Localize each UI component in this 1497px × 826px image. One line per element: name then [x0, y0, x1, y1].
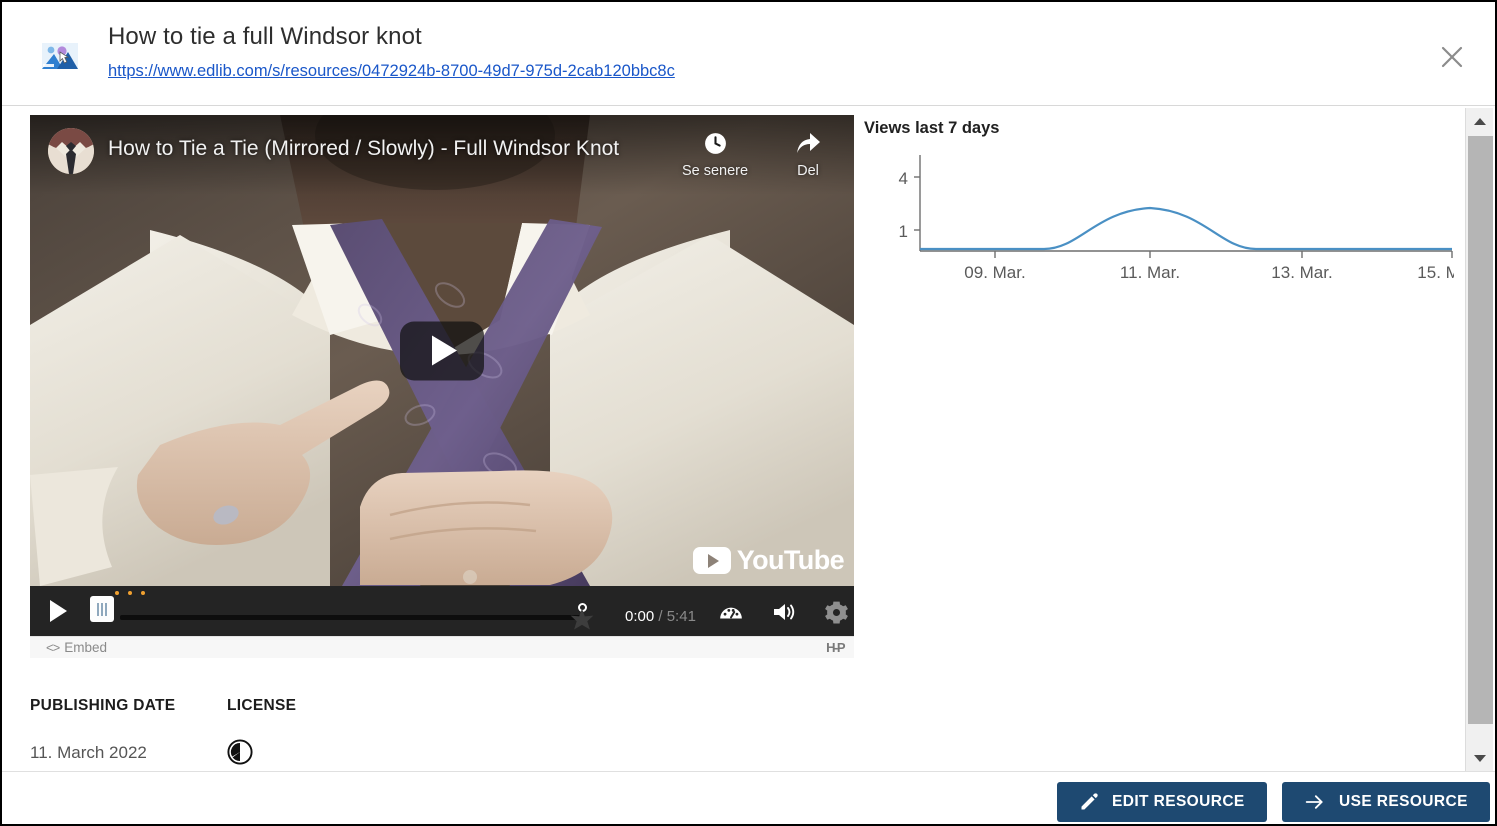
player-controls: 0:00 / 5:41: [30, 586, 854, 636]
seek-bar[interactable]: [120, 615, 584, 620]
modal-body: How to Tie a Tie (Mirrored / Slowly) - F…: [2, 107, 1469, 771]
resource-url-link[interactable]: https://www.edlib.com/s/resources/047292…: [108, 59, 675, 83]
code-brackets-icon: <>: [46, 640, 60, 655]
publishing-date-label: PUBLISHING DATE: [30, 697, 176, 714]
chevron-up-icon[interactable]: [1466, 108, 1494, 134]
duration: 5:41: [666, 608, 696, 625]
use-resource-label: USE RESOURCE: [1339, 793, 1468, 810]
video-title[interactable]: How to Tie a Tie (Mirrored / Slowly) - F…: [108, 137, 619, 161]
play-button[interactable]: [46, 599, 70, 623]
gear-icon[interactable]: [822, 598, 850, 626]
current-time: 0:00: [625, 608, 655, 625]
license-label: LICENSE: [227, 697, 297, 714]
resource-thumbnail-icon: [40, 40, 80, 72]
playback-speed-icon[interactable]: [717, 598, 745, 626]
resource-detail-modal: How to tie a full Windsor knot https://w…: [0, 0, 1497, 826]
views-chart-panel: Views last 7 days 4 1 09. Mar. 11. Mar. …: [864, 115, 1454, 295]
chevron-down-icon[interactable]: [1466, 745, 1494, 771]
time-separator: /: [658, 608, 663, 625]
channel-avatar[interactable]: [48, 128, 94, 174]
scrollbar-thumb[interactable]: [1468, 136, 1493, 724]
y-tick-4: 4: [899, 169, 908, 188]
x-tick-label: 13. Mar.: [1271, 263, 1332, 282]
edit-resource-button[interactable]: EDIT RESOURCE: [1057, 782, 1267, 822]
youtube-wordmark: YouTube: [736, 545, 845, 575]
bookmarks-icon[interactable]: [90, 596, 114, 622]
y-tick-1: 1: [899, 222, 908, 241]
share-label: Del: [797, 163, 819, 179]
watch-later-label: Se senere: [681, 163, 749, 179]
chart-title: Views last 7 days: [864, 119, 1000, 137]
x-tick-label: 11. Mar.: [1120, 263, 1180, 282]
close-icon[interactable]: [1431, 36, 1473, 78]
watch-later-button[interactable]: Se senere: [680, 129, 750, 179]
edit-resource-label: EDIT RESOURCE: [1112, 793, 1245, 810]
resource-metadata: PUBLISHING DATE LICENSE 11. March 2022: [30, 697, 830, 765]
video-stage[interactable]: How to Tie a Tie (Mirrored / Slowly) - F…: [30, 115, 854, 586]
views-line-chart: 4 1 09. Mar. 11. Mar. 13. Mar. 15. Mar.: [899, 155, 1454, 282]
arrow-right-icon: [1304, 792, 1326, 812]
time-display: 0:00 / 5:41: [625, 608, 696, 625]
youtube-logo[interactable]: YouTube: [692, 545, 845, 576]
embed-button[interactable]: <> Embed: [46, 640, 107, 655]
modal-footer: EDIT RESOURCE USE RESOURCE: [2, 771, 1495, 824]
views-series-line: [920, 206, 1452, 251]
page-title: How to tie a full Windsor knot: [108, 23, 422, 50]
seek-handle[interactable]: [569, 608, 595, 634]
share-arrow-icon: [773, 129, 843, 157]
embed-label: Embed: [64, 640, 107, 655]
volume-icon[interactable]: [770, 598, 798, 626]
pencil-icon: [1079, 792, 1099, 812]
clock-icon: [680, 129, 750, 157]
x-tick-label: 09. Mar.: [964, 263, 1025, 282]
x-tick-label: 15. Mar.: [1417, 263, 1454, 282]
chapter-markers: [115, 591, 145, 595]
modal-header: How to tie a full Windsor knot https://w…: [2, 2, 1495, 106]
vertical-scrollbar[interactable]: [1465, 108, 1493, 771]
play-icon[interactable]: [400, 321, 484, 380]
h5p-logo[interactable]: H-P: [826, 640, 845, 655]
share-button[interactable]: Del: [773, 129, 843, 179]
h5p-footer: <> Embed H-P: [30, 636, 854, 658]
publishing-date-value: 11. March 2022: [30, 743, 147, 762]
video-player[interactable]: How to Tie a Tie (Mirrored / Slowly) - F…: [30, 115, 854, 658]
use-resource-button[interactable]: USE RESOURCE: [1282, 782, 1490, 822]
creative-commons-icon: [227, 739, 253, 765]
youtube-play-icon: [692, 547, 731, 574]
